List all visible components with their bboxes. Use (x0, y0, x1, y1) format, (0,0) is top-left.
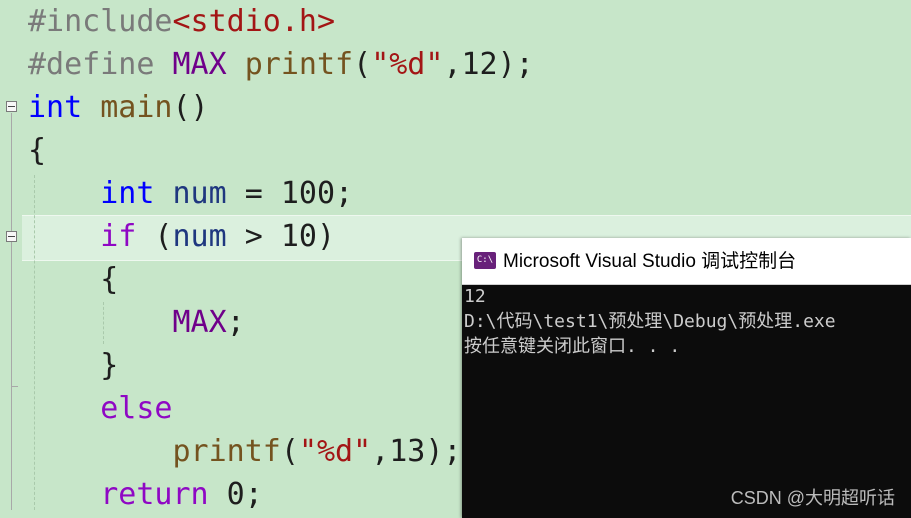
console-output-line: D:\代码\test1\预处理\Debug\预处理.exe (464, 311, 836, 332)
console-output-line: 12 (464, 286, 486, 307)
watermark: CSDN @大明超听话 (730, 488, 895, 508)
code-line-10: else (28, 387, 173, 430)
macro-name: MAX (172, 47, 227, 82)
fold-line-main (11, 113, 12, 510)
function-name: printf (172, 434, 281, 469)
console-output-line: 按任意键关闭此窗口. . . (464, 336, 681, 357)
console-title: Microsoft Visual Studio 调试控制台 (503, 251, 797, 272)
code-line-8: MAX; (172, 305, 245, 340)
type-keyword: int (28, 90, 83, 125)
macro-name: MAX (172, 305, 227, 340)
string-literal: "%d" (371, 47, 444, 82)
type-keyword: int (100, 176, 155, 211)
fold-end-if (11, 386, 18, 387)
variable-name: num (172, 176, 227, 211)
code-line-3: int main() (28, 90, 209, 125)
fold-toggle-main[interactable] (6, 101, 17, 112)
fold-toggle-if[interactable] (6, 231, 17, 242)
include-header: <stdio.h> (172, 4, 336, 39)
code-line-11: printf("%d",13); (172, 434, 462, 469)
code-line-2: #define MAX printf("%d",12); (28, 47, 534, 82)
code-line-9: } (100, 348, 119, 383)
control-keyword: else (100, 391, 173, 426)
console-titlebar[interactable]: C:\ Microsoft Visual Studio 调试控制台 (462, 238, 911, 285)
control-keyword: if (100, 219, 137, 254)
visual-studio-console-icon: C:\ (474, 252, 496, 269)
code-line-12: return 0; (100, 477, 263, 512)
code-line-7: { (100, 262, 119, 297)
variable-name: num (172, 219, 227, 254)
control-keyword: return (100, 477, 209, 512)
function-name: main (100, 90, 173, 125)
code-line-1: #include<stdio.h> (28, 0, 335, 43)
code-line-4: { (28, 133, 47, 168)
preprocessor-directive: #define (28, 47, 173, 82)
string-literal: "%d" (298, 434, 372, 469)
function-name: printf (244, 47, 354, 82)
code-line-5: int num = 100; (100, 176, 354, 211)
code-line-6: if (num > 10) (100, 219, 336, 254)
debug-console-window[interactable]: C:\ Microsoft Visual Studio 调试控制台 12 D:\… (462, 238, 911, 518)
preprocessor-directive: #include (28, 4, 173, 39)
